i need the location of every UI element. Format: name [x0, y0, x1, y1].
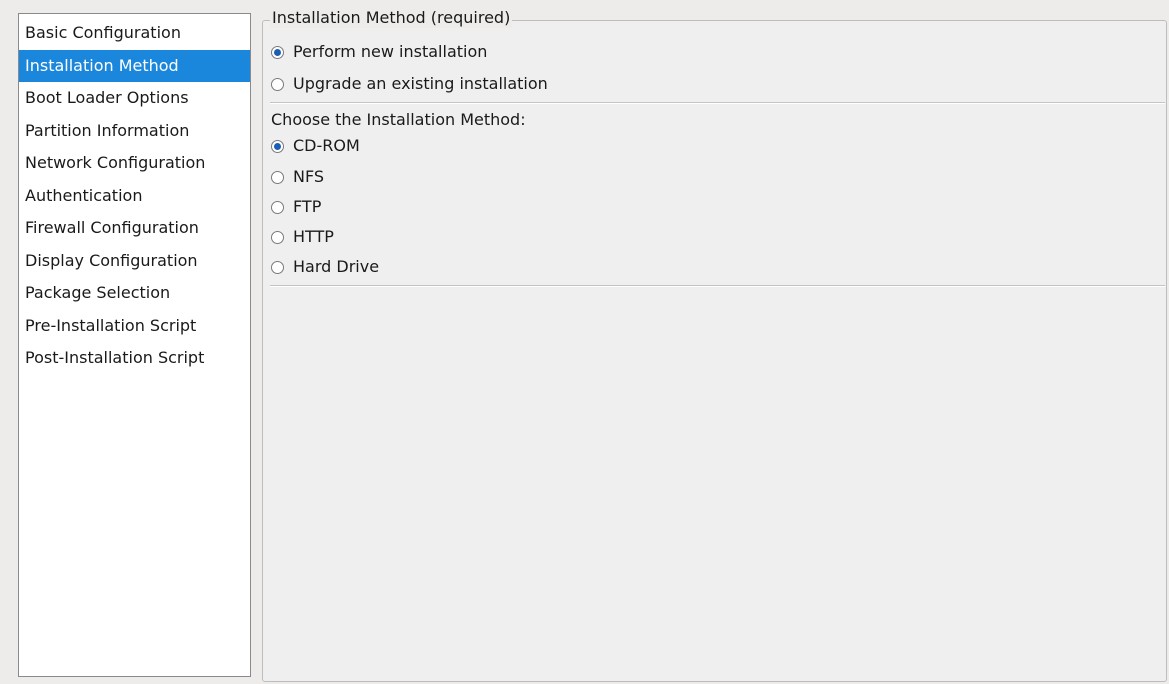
sidebar-item-authentication[interactable]: Authentication: [19, 180, 250, 213]
sidebar-item-network-configuration[interactable]: Network Configuration: [19, 147, 250, 180]
category-list[interactable]: Basic Configuration Installation Method …: [18, 13, 251, 677]
sidebar-item-boot-loader-options[interactable]: Boot Loader Options: [19, 82, 250, 115]
sidebar-item-pre-installation-script[interactable]: Pre-Installation Script: [19, 310, 250, 343]
sidebar-item-display-configuration[interactable]: Display Configuration: [19, 245, 250, 278]
cdrom-radio[interactable]: CD-ROM: [271, 134, 360, 158]
frame-title: Installation Method (required): [270, 8, 513, 28]
sidebar-item-post-installation-script[interactable]: Post-Installation Script: [19, 342, 250, 375]
perform-new-installation-radio[interactable]: Perform new installation: [271, 40, 487, 64]
sidebar-item-basic-configuration[interactable]: Basic Configuration: [19, 17, 250, 50]
sidebar-item-partition-information[interactable]: Partition Information: [19, 115, 250, 148]
sidebar-item-firewall-configuration[interactable]: Firewall Configuration: [19, 212, 250, 245]
radio-checked-icon[interactable]: [271, 139, 284, 153]
separator: [270, 102, 1165, 104]
radio-unchecked-icon[interactable]: [271, 230, 284, 244]
kickstart-window: Basic Configuration Installation Method …: [0, 0, 1169, 684]
http-radio[interactable]: HTTP: [271, 225, 334, 249]
sidebar-item-installation-method[interactable]: Installation Method: [19, 49, 250, 82]
radio-label: Upgrade an existing installation: [293, 74, 548, 93]
method-section-label: Choose the Installation Method:: [271, 110, 526, 129]
radio-unchecked-icon[interactable]: [271, 260, 284, 274]
radio-label: Perform new installation: [293, 42, 488, 61]
radio-label: HTTP: [293, 227, 334, 246]
ftp-radio[interactable]: FTP: [271, 195, 321, 219]
nfs-radio[interactable]: NFS: [271, 165, 324, 189]
radio-label: CD-ROM: [293, 136, 360, 155]
radio-label: NFS: [293, 167, 325, 186]
radio-label: Hard Drive: [293, 257, 380, 276]
radio-unchecked-icon[interactable]: [271, 170, 284, 184]
upgrade-existing-installation-radio[interactable]: Upgrade an existing installation: [271, 72, 548, 96]
radio-label: FTP: [293, 197, 322, 216]
separator: [270, 285, 1165, 287]
sidebar-item-package-selection[interactable]: Package Selection: [19, 277, 250, 310]
installation-method-frame: Installation Method (required) Perform n…: [262, 8, 1167, 682]
hard-drive-radio[interactable]: Hard Drive: [271, 255, 379, 279]
radio-unchecked-icon[interactable]: [271, 77, 284, 91]
radio-unchecked-icon[interactable]: [271, 200, 284, 214]
radio-checked-icon[interactable]: [271, 45, 284, 59]
